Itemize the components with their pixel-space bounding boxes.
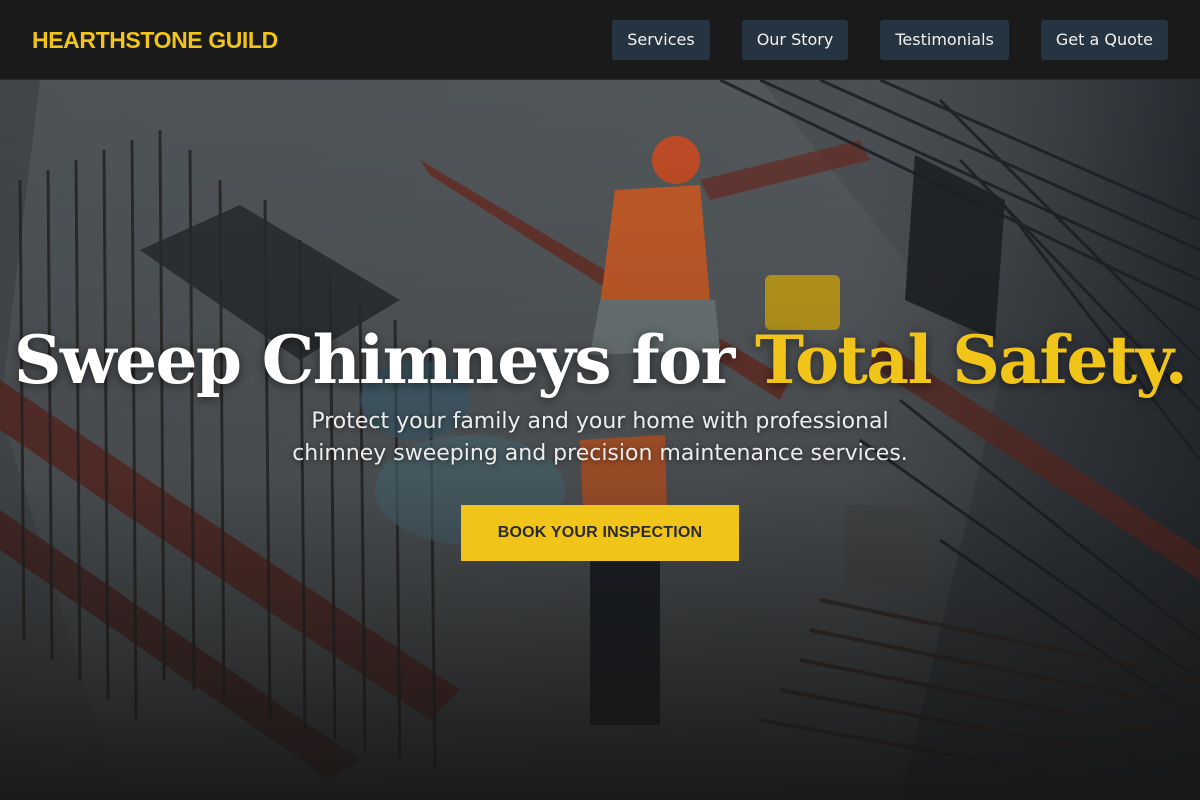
main-nav: Services Our Story Testimonials Get a Qu… [612, 20, 1168, 60]
book-inspection-button[interactable]: BOOK YOUR INSPECTION [461, 505, 739, 561]
hero-headline-accent: Total Safety. [755, 321, 1188, 399]
site-header: HEARTHSTONE GUILD Services Our Story Tes… [0, 0, 1200, 80]
page: HEARTHSTONE GUILD Services Our Story Tes… [0, 0, 1200, 800]
hero-headline: Sweep Chimneys for Total Safety. [0, 318, 1200, 402]
nav-our-story-button[interactable]: Our Story [741, 20, 849, 60]
hero-content: Sweep Chimneys for Total Safety. Protect… [0, 80, 1200, 800]
nav-services-button[interactable]: Services [612, 20, 710, 60]
nav-testimonials-button[interactable]: Testimonials [880, 20, 1009, 60]
brand-logo[interactable]: HEARTHSTONE GUILD [32, 26, 278, 54]
hero-section: Sweep Chimneys for Total Safety. Protect… [0, 80, 1200, 800]
hero-subtitle: Protect your family and your home with p… [200, 406, 1000, 470]
hero-subtitle-line-2: chimney sweeping and precision maintenan… [292, 441, 908, 466]
hero-subtitle-line-1: Protect your family and your home with p… [311, 409, 889, 434]
nav-get-a-quote-button[interactable]: Get a Quote [1040, 20, 1168, 60]
hero-headline-main: Sweep Chimneys for [13, 321, 756, 399]
